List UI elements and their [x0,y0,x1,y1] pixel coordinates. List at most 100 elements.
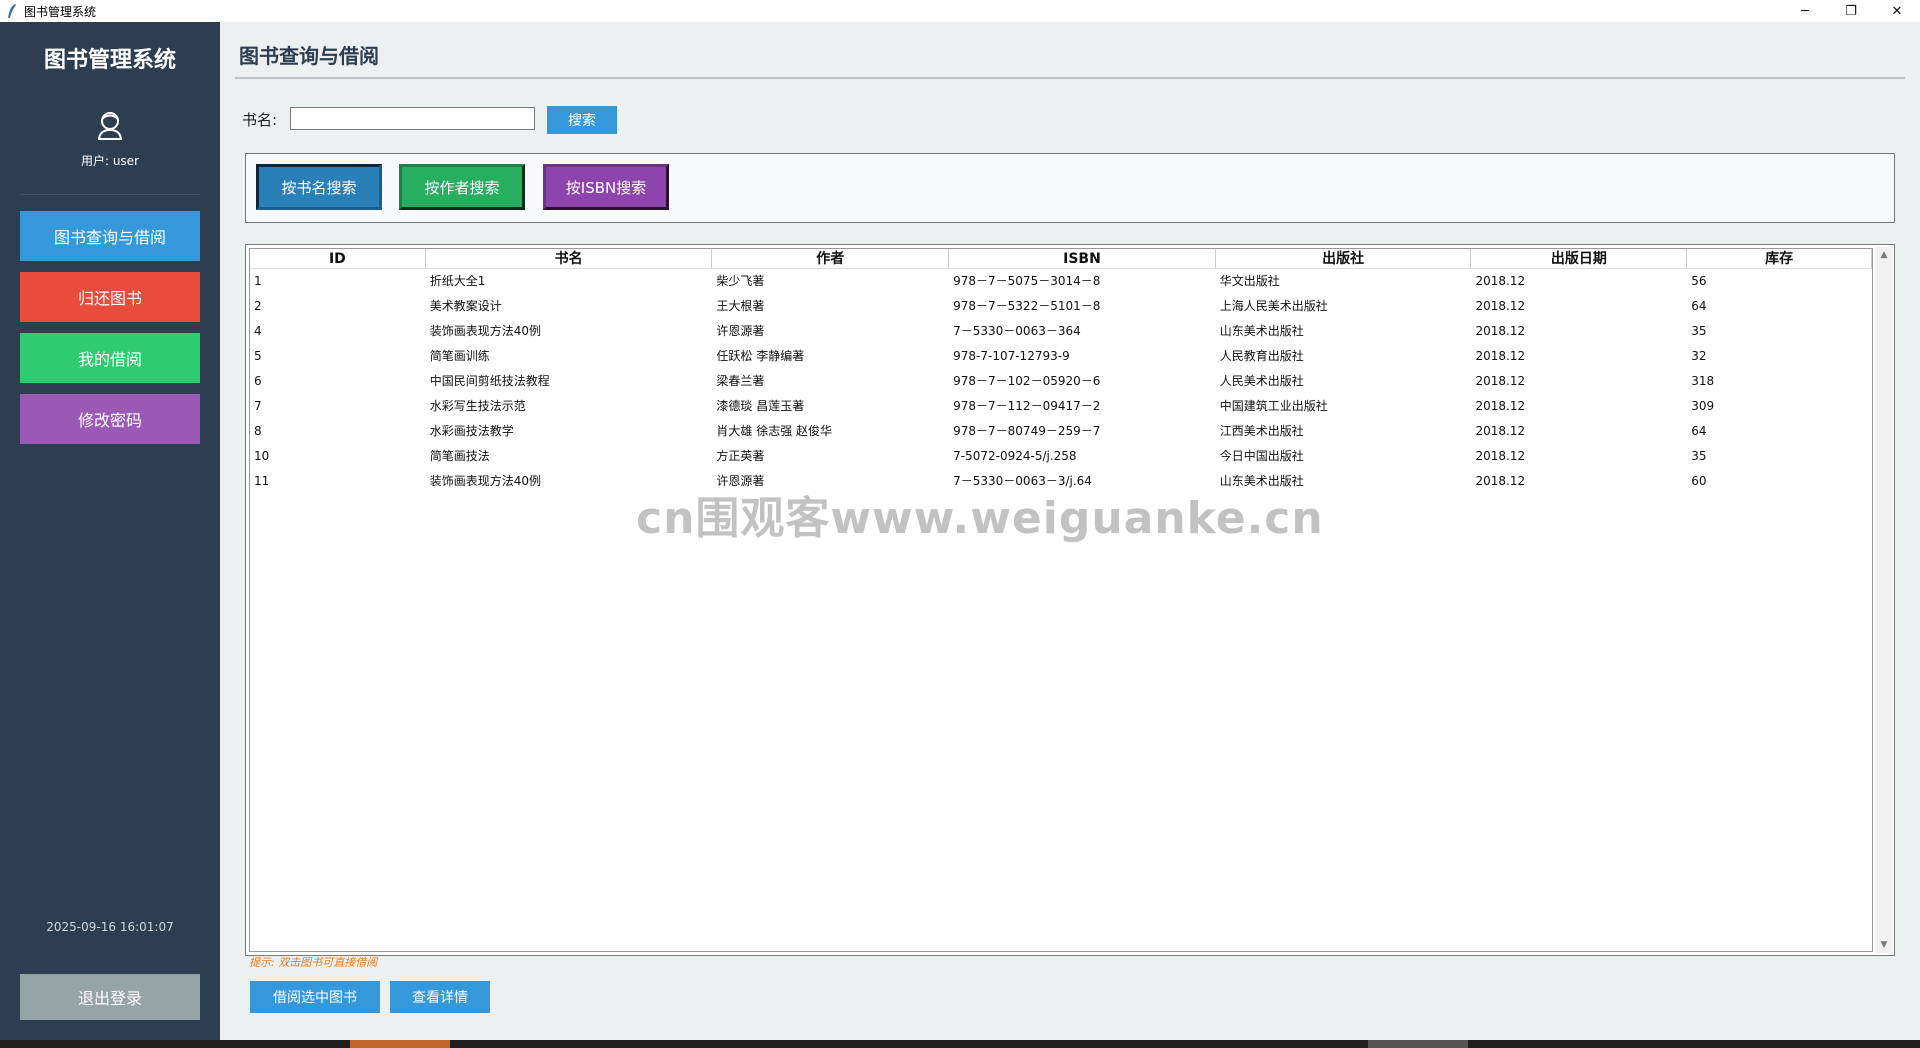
cell-publisher: 山东美术出版社 [1219,324,1304,338]
cell-id: 11 [254,474,270,488]
cell-stock: 60 [1691,474,1707,488]
column-header-pubdate[interactable]: 出版日期 [1471,249,1688,268]
table-header: ID 书名 作者 ISBN 出版社 出版日期 库存 [250,249,1872,269]
search-by-isbn-button[interactable]: 按ISBN搜索 [543,164,669,210]
cell-isbn: 978－7－5322－5101－8 [953,299,1101,313]
taskbar-item[interactable] [350,1040,450,1048]
column-header-stock[interactable]: 库存 [1687,249,1872,268]
cell-publisher: 山东美术出版社 [1219,474,1304,488]
table-scrollbar[interactable]: ▲ ▼ [1875,247,1893,953]
page-title: 图书查询与借阅 [239,44,379,68]
table-row[interactable]: 11 装饰画表现方法40例 许恩源著 7－5330－0063－3/j.64 山东美术出版… [250,469,1872,494]
cell-author: 柴少飞著 [716,274,765,288]
table-row[interactable]: 5 简笔画训练 任跃松 李静编著 978-7-107-12793-9 人民教育出版社 20… [250,344,1872,369]
minimize-button[interactable]: ─ [1782,0,1828,22]
cell-stock: 318 [1691,374,1715,388]
column-header-id[interactable]: ID [250,249,426,268]
cell-id: 6 [254,374,262,388]
cell-title: 中国民间剪纸技法教程 [429,374,550,388]
search-by-author-button[interactable]: 按作者搜索 [399,164,525,210]
cell-author: 任跃松 李静编著 [716,349,805,363]
search-mode-panel: 按书名搜索 按作者搜索 按ISBN搜索 [245,153,1895,223]
logout-button[interactable]: 退出登录 [20,974,200,1020]
cell-pubdate: 2018.12 [1475,374,1526,388]
cell-isbn: 978-7-107-12793-9 [953,349,1070,363]
cell-title: 水彩画技法教学 [429,424,514,438]
cell-pubdate: 2018.12 [1475,399,1526,413]
table-row[interactable]: 8 水彩画技法教学 肖大雄 徐志强 赵俊华 978－7－80749－259－7 江西美术… [250,419,1872,444]
cell-author: 许恩源著 [716,324,765,338]
cell-isbn: 978－7－5075－3014－8 [953,274,1101,288]
cell-title: 折纸大全1 [429,274,486,288]
table-body: 1 折纸大全1 柴少飞著 978－7－5075－3014－8 华文出版社 2018.12 5… [250,269,1872,494]
cell-pubdate: 2018.12 [1475,299,1526,313]
sidebar-divider [20,194,200,195]
cell-publisher: 上海人民美术出版社 [1219,299,1328,313]
table-row[interactable]: 1 折纸大全1 柴少飞著 978－7－5075－3014－8 华文出版社 2018.12 5… [250,269,1872,294]
title-divider [235,77,1905,79]
feather-icon [4,3,20,19]
scroll-up-icon[interactable]: ▲ [1875,247,1893,263]
cell-pubdate: 2018.12 [1475,474,1526,488]
column-header-title[interactable]: 书名 [426,249,713,268]
books-table[interactable]: ID 书名 作者 ISBN 出版社 出版日期 库存 1 折纸大全1 柴少飞著 978－… [249,248,1873,952]
taskbar-item[interactable] [1368,1040,1468,1048]
cell-publisher: 华文出版社 [1219,274,1280,288]
restore-button[interactable]: ❐ [1828,0,1874,22]
cell-stock: 35 [1691,324,1707,338]
nav-change-password[interactable]: 修改密码 [20,394,200,444]
cell-title: 简笔画技法 [429,449,490,463]
cell-author: 方正英著 [716,449,765,463]
column-header-publisher[interactable]: 出版社 [1216,249,1472,268]
search-label: 书名: [242,111,278,129]
nav-book-search-borrow[interactable]: 图书查询与借阅 [20,211,200,261]
cell-publisher: 人民教育出版社 [1219,349,1304,363]
table-row[interactable]: 7 水彩写生技法示范 漆德琰 昌莲玉著 978－7－112－09417－2 中国建筑工业… [250,394,1872,419]
cell-title: 装饰画表现方法40例 [429,324,542,338]
window-title: 图书管理系统 [24,4,97,19]
cell-id: 5 [254,349,262,363]
view-details-button[interactable]: 查看详情 [390,981,490,1013]
window-controls: ─ ❐ ✕ [1782,0,1920,22]
cell-id: 10 [254,449,270,463]
cell-publisher: 人民美术出版社 [1219,374,1304,388]
cell-publisher: 中国建筑工业出版社 [1219,399,1328,413]
cell-id: 1 [254,274,262,288]
column-header-author[interactable]: 作者 [712,249,950,268]
cell-isbn: 7-5072-0924-5/j.258 [953,449,1077,463]
cell-author: 王大根著 [716,299,765,313]
search-by-title-button[interactable]: 按书名搜索 [256,164,382,210]
cell-pubdate: 2018.12 [1475,324,1526,338]
table-row[interactable]: 6 中国民间剪纸技法教程 梁春兰著 978－7－102－05920－6 人民美术出版社 2… [250,369,1872,394]
cell-id: 2 [254,299,262,313]
hint-text: 提示: 双击图书可直接借阅 [249,956,378,969]
table-row[interactable]: 2 美术教案设计 王大根著 978－7－5322－5101－8 上海人民美术出版社 201… [250,294,1872,319]
cell-pubdate: 2018.12 [1475,424,1526,438]
cell-isbn: 978－7－112－09417－2 [953,399,1101,413]
cell-pubdate: 2018.12 [1475,349,1526,363]
window-titlebar: 图书管理系统 ─ ❐ ✕ [0,0,1920,22]
cell-pubdate: 2018.12 [1475,274,1526,288]
cell-title: 装饰画表现方法40例 [429,474,542,488]
nav-my-borrows[interactable]: 我的借阅 [20,333,200,383]
column-header-isbn[interactable]: ISBN [949,249,1216,268]
cell-publisher: 今日中国出版社 [1219,449,1304,463]
app-title: 图书管理系统 [43,47,176,73]
cell-isbn: 978－7－80749－259－7 [953,424,1101,438]
search-input[interactable] [290,107,535,130]
cell-isbn: 978－7－102－05920－6 [953,374,1101,388]
close-button[interactable]: ✕ [1874,0,1920,22]
cell-stock: 56 [1691,274,1707,288]
cell-stock: 35 [1691,449,1707,463]
sidebar: 图书管理系统 用户: user 图书查询与借阅 归还图书 我的借阅 修改密码 2… [0,22,220,1040]
borrow-selected-button[interactable]: 借阅选中图书 [250,981,380,1013]
scroll-down-icon[interactable]: ▼ [1875,937,1893,953]
cell-title: 简笔画训练 [429,349,490,363]
table-row[interactable]: 4 装饰画表现方法40例 许恩源著 7－5330－0063－364 山东美术出版社 201… [250,319,1872,344]
cell-title: 水彩写生技法示范 [429,399,526,413]
nav-return-books[interactable]: 归还图书 [20,272,200,322]
cell-stock: 64 [1691,424,1707,438]
cell-stock: 32 [1691,349,1707,363]
search-button[interactable]: 搜索 [547,106,617,134]
table-row[interactable]: 10 简笔画技法 方正英著 7-5072-0924-5/j.258 今日中国出版社 201… [250,444,1872,469]
